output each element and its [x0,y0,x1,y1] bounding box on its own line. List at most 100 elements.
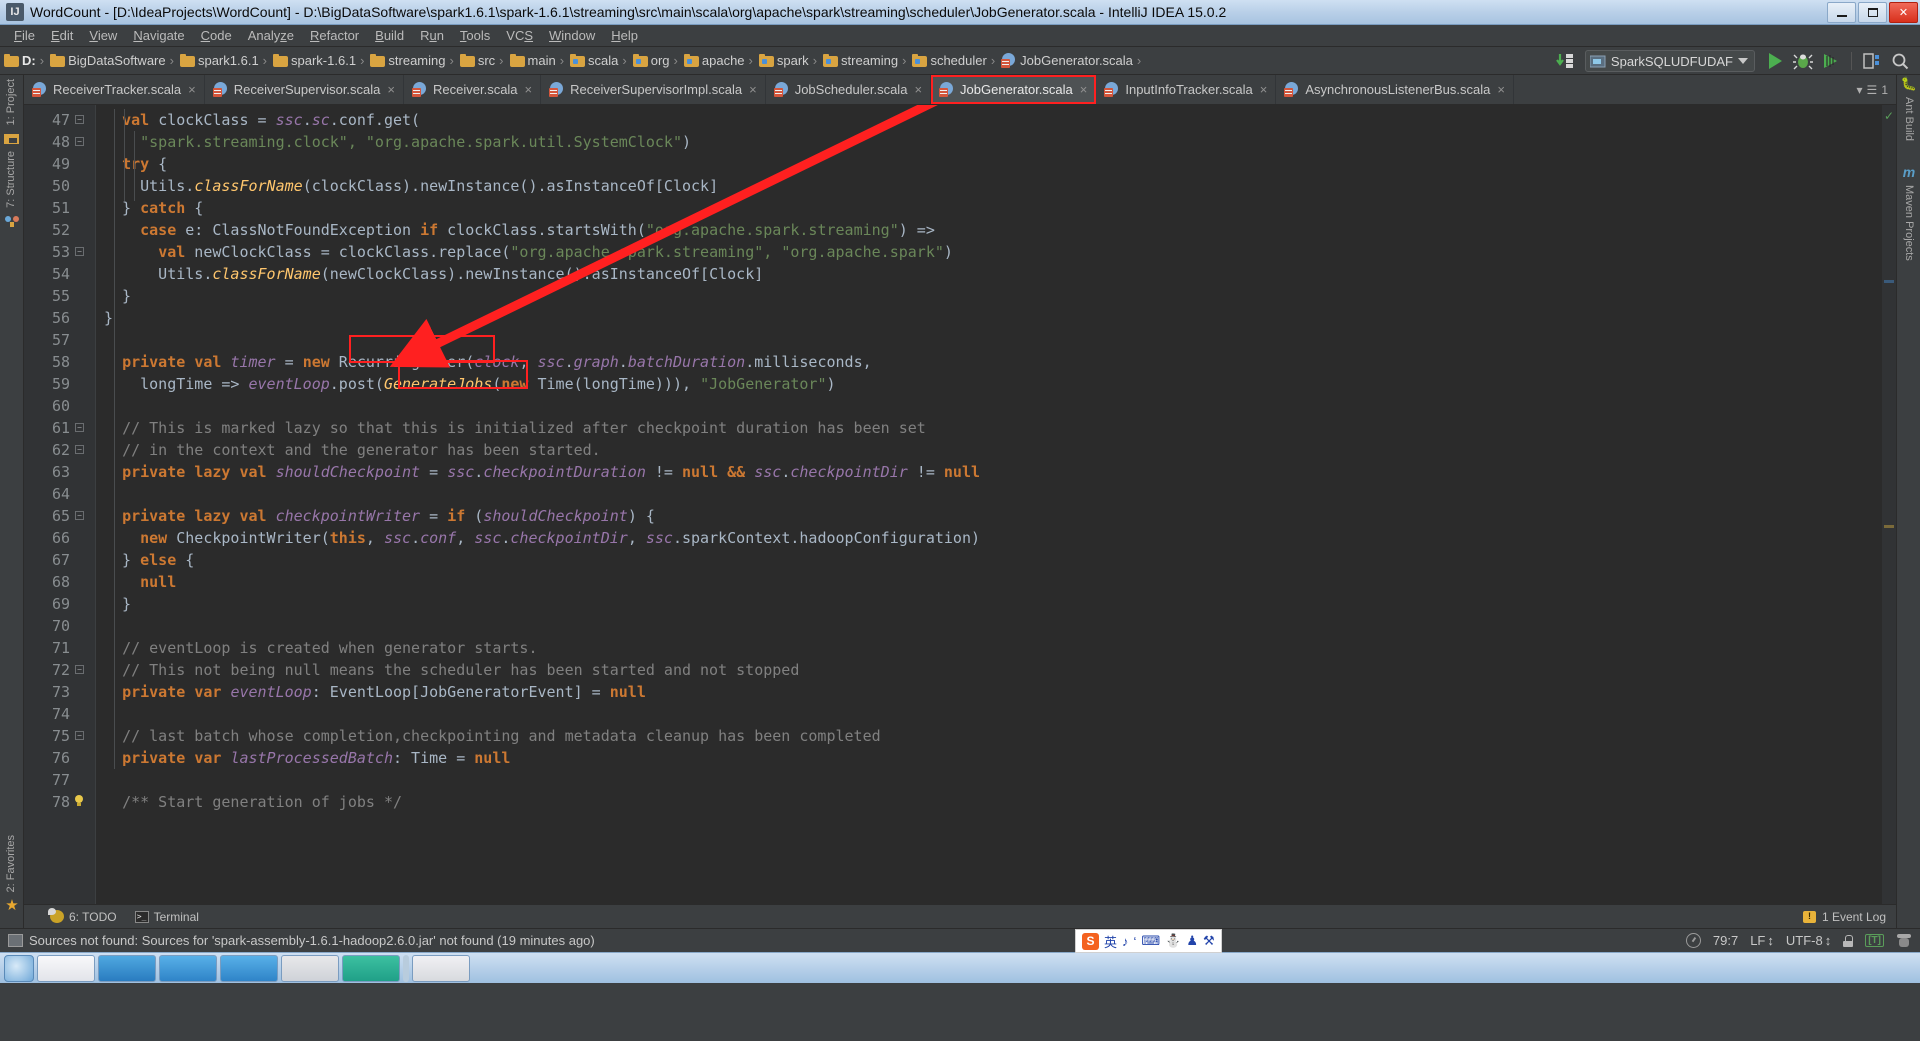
code-line[interactable]: Utils.classForName(clockClass).newInstan… [96,175,1882,197]
code-line[interactable]: Utils.classForName(newClockClass).newIns… [96,263,1882,285]
breadcrumb-item-scala[interactable]: scala [566,47,620,75]
close-icon[interactable]: × [525,82,533,97]
run-configuration-selector[interactable]: SparkSQLUDFUDAF [1584,50,1755,72]
ime-tool-5[interactable]: ⚒ [1203,933,1215,949]
menu-item-run[interactable]: Run [412,27,452,44]
close-icon[interactable]: × [387,82,395,97]
window-controls[interactable]: ✕ [1827,0,1920,25]
line-separator[interactable]: LF ↕ [1750,933,1774,948]
sidebar-item-structure[interactable]: 7: Structure [0,147,23,212]
breadcrumb-item-d-[interactable]: D: [0,47,38,75]
menu-item-code[interactable]: Code [193,27,240,44]
menu-bar[interactable]: File Edit View Navigate Code Analyze Ref… [0,25,1920,47]
code-line[interactable]: // eventLoop is created when generator s… [96,637,1882,659]
code-line[interactable]: } [96,285,1882,307]
code-line[interactable]: private var lastProcessedBatch: Time = n… [96,747,1882,769]
editor-tab-asynchronouslistenerbus-scala[interactable]: AsynchronousListenerBus.scala × [1276,75,1514,104]
caret-position[interactable]: 79:7 [1713,933,1738,948]
debug-button[interactable] [1789,49,1817,73]
menu-item-refactor[interactable]: Refactor [302,27,367,44]
fold-marker-icon[interactable]: − [75,247,84,256]
run-with-coverage-button[interactable] [1817,49,1845,73]
menu-item-tools[interactable]: Tools [452,27,498,44]
taskbar-app[interactable] [342,954,400,982]
error-stripe-marker-gutter[interactable]: ✓ [1882,105,1896,904]
close-icon[interactable]: × [1260,82,1268,97]
code-line[interactable]: private lazy val checkpointWriter = if (… [96,505,1882,527]
ime-toolbar[interactable]: S 英 ♪ ‘ ⌨ ⛄ ♟ ⚒ [1075,929,1222,953]
editor-tabs-overflow[interactable]: ▾ ☰ 1 [1857,75,1896,104]
code-line[interactable] [96,483,1882,505]
menu-item-navigate[interactable]: Navigate [125,27,192,44]
tabs-indent-badge[interactable]: [T] [1865,934,1884,947]
code-line[interactable]: val clockClass = ssc.sc.conf.get( [96,109,1882,131]
breadcrumb-item-org[interactable]: org [629,47,672,75]
code-line[interactable]: } [96,307,1882,329]
maximize-button[interactable] [1858,2,1887,23]
code-line[interactable]: "spark.streaming.clock", "org.apache.spa… [96,131,1882,153]
menu-item-view[interactable]: View [81,27,125,44]
breadcrumb-item-spark-1-6-1[interactable]: spark-1.6.1 [269,47,358,75]
minimize-button[interactable] [1827,2,1856,23]
sidebar-item-maven-projects[interactable]: Maven Projects [1897,181,1920,265]
code-line[interactable]: private val timer = new RecurringTimer(c… [96,351,1882,373]
fold-marker-icon[interactable]: − [75,423,84,432]
breadcrumb-item-streaming[interactable]: streaming [819,47,900,75]
code-line[interactable]: try { [96,153,1882,175]
code-line[interactable]: new CheckpointWriter(this, ssc.conf, ssc… [96,527,1882,549]
code-line[interactable]: longTime => eventLoop.post(GenerateJobs(… [96,373,1882,395]
ime-tool-4[interactable]: ♟ [1186,933,1198,949]
sidebar-item-project[interactable]: 1: Project [0,75,23,129]
breadcrumb-item-main[interactable]: main [506,47,558,75]
run-button[interactable] [1761,49,1789,73]
code-line[interactable] [96,769,1882,791]
ime-mode-label[interactable]: 英 [1104,932,1117,951]
editor-tab-receiversupervisorimpl-scala[interactable]: ReceiverSupervisorImpl.scala × [541,75,766,104]
close-button[interactable]: ✕ [1889,2,1918,23]
taskbar-app[interactable] [412,954,470,982]
taskbar-app[interactable] [220,954,278,982]
editor-tab-jobgenerator-scala[interactable]: JobGenerator.scala × [931,75,1097,104]
code-line[interactable]: // last batch whose completion,checkpoin… [96,725,1882,747]
intention-bulb-icon[interactable] [72,795,86,809]
menu-item-file[interactable]: File [6,27,43,44]
start-button[interactable] [4,954,34,982]
navigation-bar[interactable]: D: › BigDataSoftware › spark1.6.1 › spark-1.6.… [0,47,1920,75]
code-line[interactable]: case e: ClassNotFoundException if clockC… [96,219,1882,241]
left-tool-strip[interactable]: 1: Project 7: Structure 2: Favorites ★ [0,75,24,928]
code-line[interactable]: // in the context and the generator has … [96,439,1882,461]
close-icon[interactable]: × [749,82,757,97]
chevron-down-icon[interactable]: ▾ [1857,83,1863,97]
code-line[interactable]: } [96,593,1882,615]
menu-item-analyze[interactable]: Analyze [240,27,302,44]
taskbar-app[interactable] [281,954,339,982]
bottom-tool-window-bar[interactable]: 6: TODO >_ Terminal ! 1 Event Log [24,904,1896,928]
code-line[interactable]: } else { [96,549,1882,571]
code-line[interactable]: // This is marked lazy so that this is i… [96,417,1882,439]
file-encoding[interactable]: UTF-8 ↕ [1786,933,1831,948]
editor-tab-receiver-scala[interactable]: Receiver.scala × [404,75,542,104]
os-taskbar[interactable] [0,952,1920,983]
code-line[interactable]: val newClockClass = clockClass.replace("… [96,241,1882,263]
code-line[interactable]: // This not being null means the schedul… [96,659,1882,681]
tool-window-todo[interactable]: 6: TODO [48,908,117,924]
breadcrumb-item-apache[interactable]: apache [680,47,747,75]
menu-item-help[interactable]: Help [603,27,646,44]
menu-item-edit[interactable]: Edit [43,27,81,44]
code-line[interactable] [96,395,1882,417]
chevron-down-icon[interactable] [1738,58,1748,64]
breadcrumb-item-streaming[interactable]: streaming [366,47,447,75]
ime-tool-1[interactable]: ‘ [1134,934,1137,949]
breadcrumb-item-spark1-6-1[interactable]: spark1.6.1 [176,47,261,75]
sidebar-item-favorites[interactable]: 2: Favorites [0,831,23,896]
ime-tool-2[interactable]: ⌨ [1141,933,1160,949]
fold-marker-icon[interactable]: − [75,445,84,454]
menu-item-vcs[interactable]: VCS [498,27,541,44]
memory-gauge-icon[interactable] [1685,933,1701,948]
hector-icon[interactable] [1896,933,1912,948]
status-message[interactable]: Sources not found: Sources for 'spark-as… [29,933,595,948]
main-toolbar[interactable]: SparkSQLUDFUDAF [1551,47,1920,75]
fold-marker-icon[interactable]: − [75,731,84,740]
editor-tab-receiversupervisor-scala[interactable]: ReceiverSupervisor.scala × [205,75,404,104]
code-line[interactable]: null [96,571,1882,593]
